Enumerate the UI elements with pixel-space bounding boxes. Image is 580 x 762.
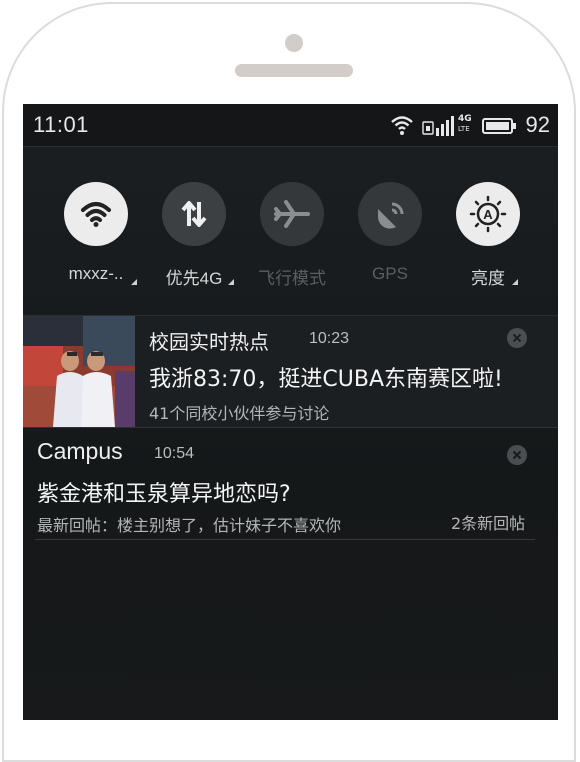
close-icon [512, 450, 522, 460]
divider [23, 146, 558, 147]
brightness-auto-icon: A [469, 195, 507, 233]
status-bar: 11:01 4G LTE 92 [23, 104, 558, 146]
wifi-icon [81, 202, 111, 227]
mobile-data-expand-indicator[interactable] [228, 279, 234, 285]
earpiece-speaker [235, 64, 353, 77]
notification-subtext: 41个同校小伙伴参与讨论 [149, 404, 330, 423]
brightness-toggle[interactable]: A [456, 182, 520, 246]
network-sub-label: LTE [458, 125, 470, 133]
sim-icon [422, 120, 434, 139]
notification-title: 校园实时热点 [149, 330, 269, 354]
gps-label[interactable]: GPS [340, 264, 440, 284]
notification-campus[interactable]: Campus 10:54 紫金港和玉泉算异地恋吗? 最新回帖：楼主别想了，估计妹… [23, 428, 558, 539]
notification-shade: 11:01 4G LTE 92 A mxxz-.. 优先4G 飞行模式 GPS … [23, 104, 558, 720]
battery-level: 92 [525, 112, 550, 137]
cell-signal-icon [436, 116, 458, 140]
divider [35, 539, 535, 540]
notification-title: Campus [37, 438, 123, 464]
dismiss-button[interactable] [507, 445, 527, 465]
airplane-label[interactable]: 飞行模式 [242, 264, 342, 289]
brightness-label[interactable]: 亮度 [438, 264, 538, 289]
airplane-icon [274, 200, 310, 228]
mobile-data-toggle[interactable] [162, 182, 226, 246]
notification-body: 紫金港和玉泉算异地恋吗? [37, 482, 291, 507]
status-time: 11:01 [33, 112, 89, 137]
wifi-toggle[interactable] [64, 182, 128, 246]
notification-time: 10:54 [154, 445, 195, 462]
notification-campus-hot[interactable]: 校园实时热点 10:23 我浙83:70，挺进CUBA东南赛区啦! 41个同校小… [23, 316, 558, 427]
front-camera [285, 34, 303, 52]
status-icons: 4G LTE 92 [390, 110, 550, 140]
wifi-expand-indicator[interactable] [131, 279, 137, 285]
network-type-label: 4G [458, 114, 472, 124]
dismiss-button[interactable] [507, 328, 527, 348]
gps-toggle[interactable] [358, 182, 422, 246]
close-icon [512, 333, 522, 343]
wifi-signal-icon [390, 114, 414, 140]
notification-subtext: 最新回帖：楼主别想了，估计妹子不喜欢你 [37, 516, 342, 535]
reply-count: 2条新回帖 [451, 514, 526, 533]
notification-body: 我浙83:70，挺进CUBA东南赛区啦! [149, 367, 503, 392]
svg-text:A: A [483, 207, 493, 222]
data-arrows-icon [181, 201, 207, 227]
mobile-data-label[interactable]: 优先4G [144, 264, 244, 289]
battery-icon [482, 118, 516, 138]
brightness-expand-indicator[interactable] [512, 279, 518, 285]
airplane-toggle[interactable] [260, 182, 324, 246]
gps-icon [377, 202, 404, 229]
notification-time: 10:23 [309, 330, 350, 347]
notification-thumbnail [23, 316, 135, 427]
